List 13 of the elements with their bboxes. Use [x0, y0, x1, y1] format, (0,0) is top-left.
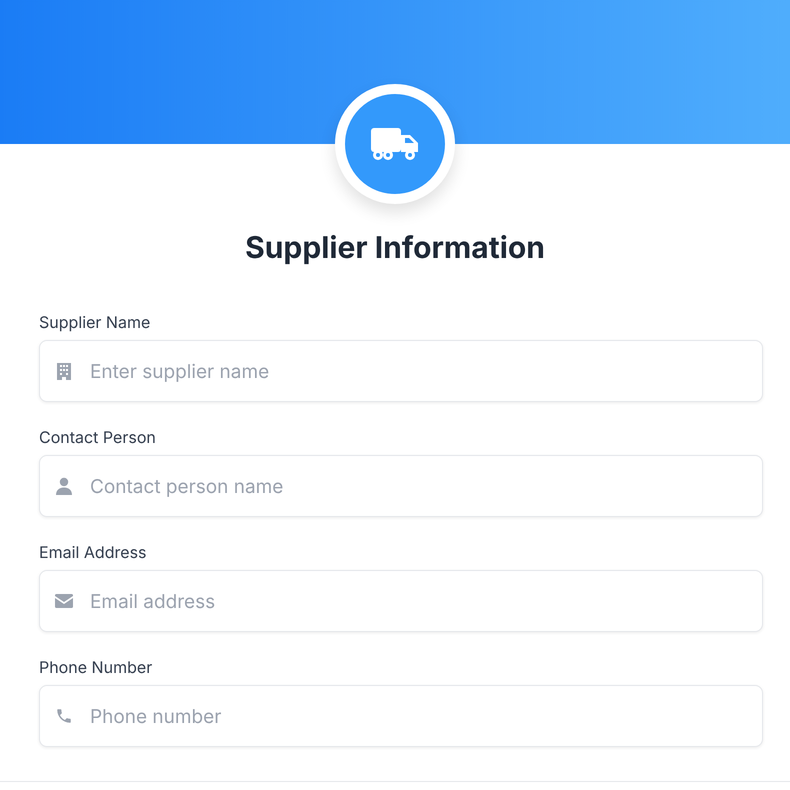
input-field[interactable]: Phone number: [39, 685, 763, 747]
field-label: Phone Number: [39, 656, 154, 679]
field-label: Email Address: [39, 541, 148, 564]
input-field[interactable]: Enter supplier name: [39, 340, 763, 402]
field-label: Supplier Name: [39, 311, 152, 334]
input-field[interactable]: Contact person name: [39, 455, 763, 517]
truck-icon: [371, 126, 419, 162]
form-title: Supplier Information: [244, 229, 546, 268]
input-field[interactable]: Email address: [39, 570, 763, 632]
envelope-icon: [54, 593, 74, 609]
phone-icon: [55, 707, 73, 725]
field-label: Contact Person: [39, 426, 157, 449]
person-icon: [55, 477, 73, 495]
